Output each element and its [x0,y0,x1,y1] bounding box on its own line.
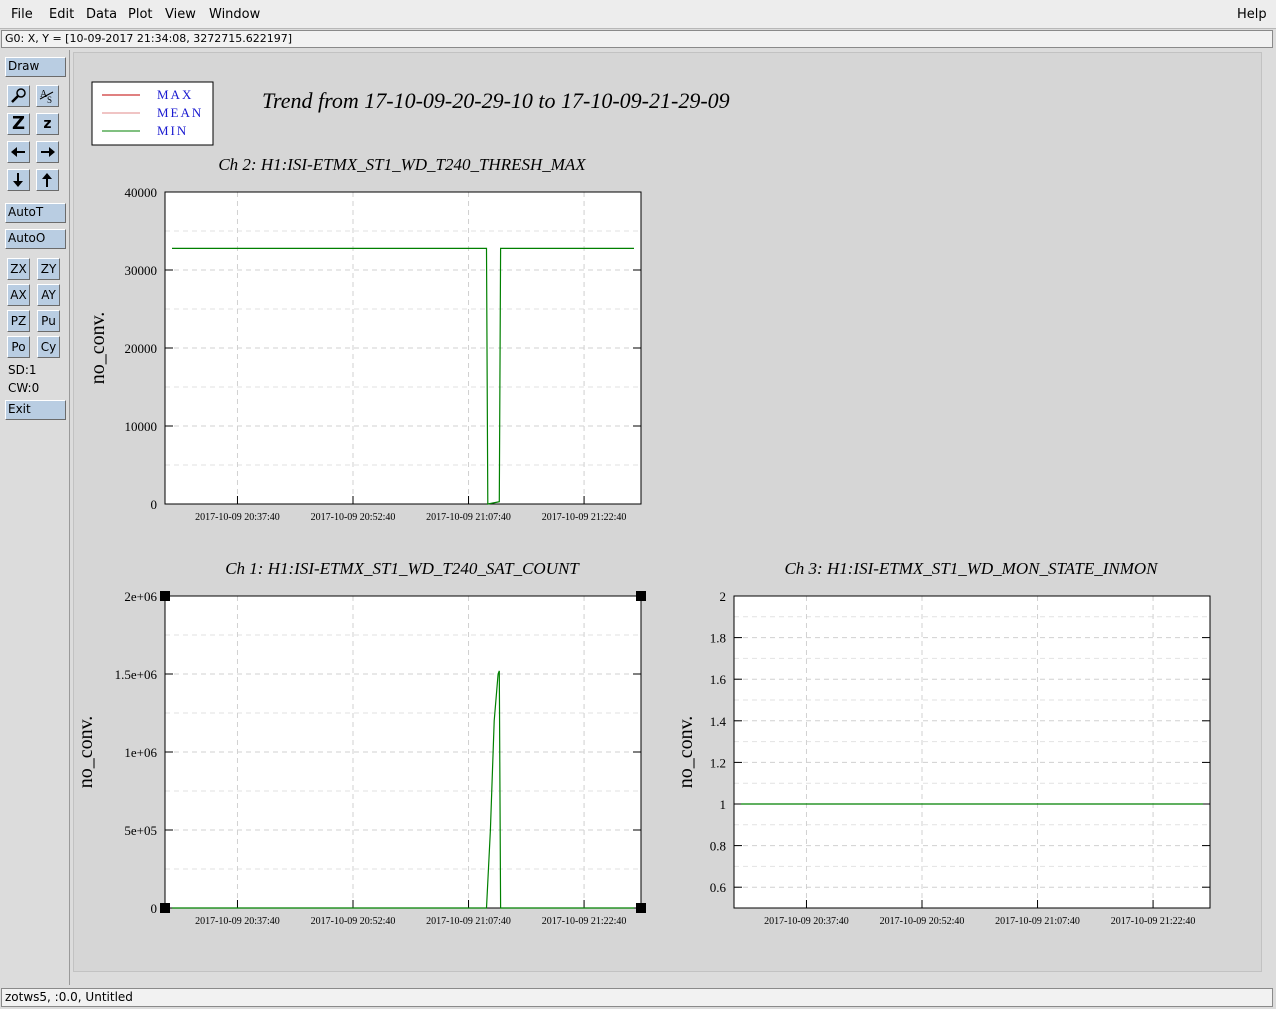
text-tool-icon: A S [39,89,54,105]
autoo-button[interactable]: AutoO [5,229,66,249]
status-bar: zotws5, :0.0, Untitled [1,988,1273,1007]
sd-label: SD:1 [8,363,37,377]
arrow-down-icon [13,173,23,187]
zoom-in-big-button[interactable]: Z [7,113,30,135]
menu-file[interactable]: File [11,7,33,22]
autot-button[interactable]: AutoT [5,203,66,223]
menu-bar: File Edit Data Plot View Window Help [0,0,1276,29]
menu-edit[interactable]: Edit [49,7,74,22]
zx-button[interactable]: ZX [7,258,30,280]
text-tool-button[interactable]: A S [36,85,59,107]
tool-panel: Draw A S Z z AutoT AutoO ZX ZY AX AY PZ … [0,50,70,985]
menu-plot[interactable]: Plot [128,7,153,22]
exit-button[interactable]: Exit [5,400,66,420]
pz-button[interactable]: PZ [7,310,30,332]
plot-canvas-area [73,52,1262,972]
arrow-left-icon [11,147,25,157]
pan-left-button[interactable] [7,141,30,163]
magnifier-button[interactable] [7,85,30,107]
menu-window[interactable]: Window [209,7,260,22]
menu-help[interactable]: Help [1237,7,1267,22]
ax-button[interactable]: AX [7,284,30,306]
zoom-out-small-button[interactable]: z [36,113,59,135]
menu-data[interactable]: Data [86,7,117,22]
svg-text:S: S [47,95,52,105]
magnifier-icon [11,88,26,103]
draw-button[interactable]: Draw [5,57,66,77]
pan-up-button[interactable] [36,169,59,191]
po-button[interactable]: Po [7,336,30,358]
zy-button[interactable]: ZY [37,258,60,280]
ay-button[interactable]: AY [37,284,60,306]
pu-button[interactable]: Pu [37,310,60,332]
coordinate-readout: G0: X, Y = [10-09-2017 21:34:08, 3272715… [1,30,1273,48]
arrow-up-icon [42,173,52,187]
pan-right-button[interactable] [36,141,59,163]
arrow-right-icon [41,147,55,157]
pan-down-button[interactable] [7,169,30,191]
cy-button[interactable]: Cy [37,336,60,358]
menu-view[interactable]: View [165,7,196,22]
cw-label: CW:0 [8,381,40,395]
